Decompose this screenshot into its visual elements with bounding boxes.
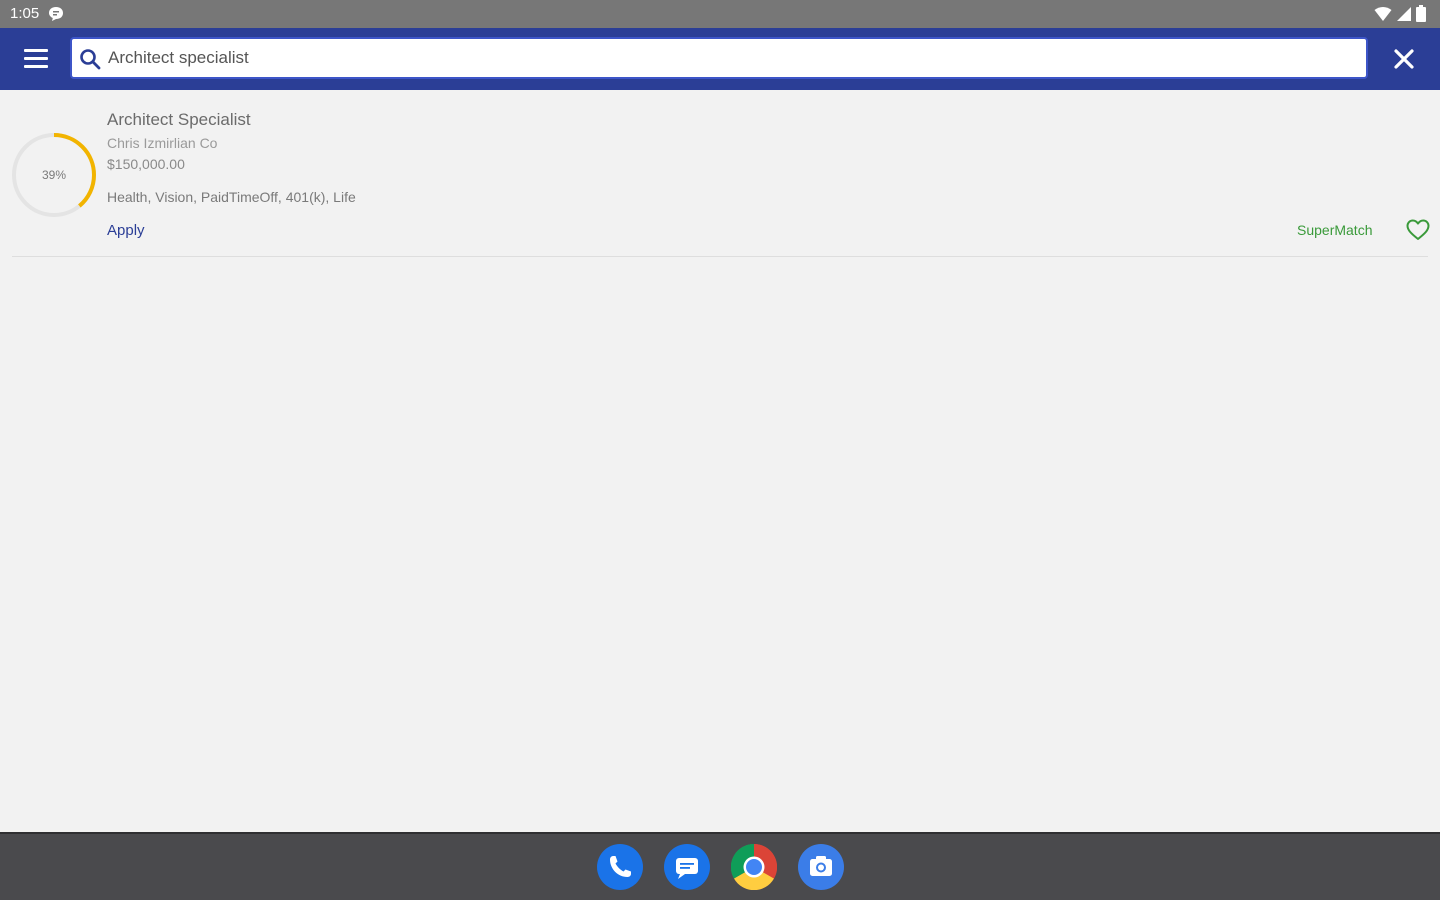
status-time: 1:05	[10, 5, 40, 22]
heart-outline-icon[interactable]	[1405, 218, 1431, 242]
salary: $150,000.00	[107, 156, 185, 172]
messages-icon[interactable]	[664, 844, 710, 890]
camera-icon[interactable]	[798, 844, 844, 890]
chrome-icon[interactable]	[730, 843, 778, 891]
company-name: Chris Izmirlian Co	[107, 135, 218, 151]
job-result-card[interactable]: 39% Architect Specialist Chris Izmirlian…	[0, 90, 1440, 258]
apply-button[interactable]: Apply	[107, 222, 145, 239]
job-title[interactable]: Architect Specialist	[107, 110, 251, 130]
close-icon[interactable]	[1390, 45, 1418, 73]
hamburger-menu-icon[interactable]	[18, 42, 54, 74]
wifi-icon	[1374, 6, 1392, 21]
status-bar: 1:05	[0, 0, 1440, 28]
battery-icon	[1416, 5, 1426, 22]
status-right-icons	[1374, 5, 1426, 22]
phone-icon[interactable]	[597, 844, 643, 890]
app-bar	[0, 28, 1440, 90]
message-notification-icon	[49, 7, 63, 21]
benefits: Health, Vision, PaidTimeOff, 401(k), Lif…	[107, 189, 356, 205]
search-box[interactable]	[70, 37, 1368, 79]
supermatch-label: SuperMatch	[1297, 222, 1373, 238]
search-icon	[80, 49, 101, 70]
search-input[interactable]	[106, 43, 1356, 73]
match-percent-label: 39%	[41, 168, 67, 182]
app-dock	[0, 832, 1440, 900]
card-divider	[12, 256, 1428, 257]
signal-icon	[1397, 6, 1411, 21]
